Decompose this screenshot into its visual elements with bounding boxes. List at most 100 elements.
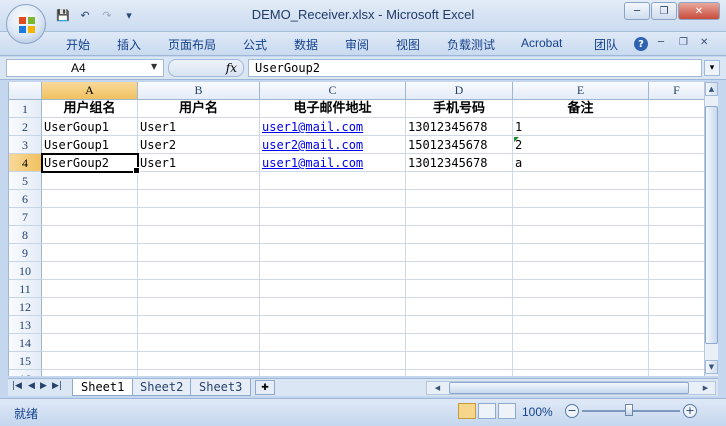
cell-f5[interactable]: [649, 172, 704, 190]
cell-b16[interactable]: [138, 370, 260, 376]
prev-sheet-icon[interactable]: ◀: [28, 381, 35, 391]
cell-e10[interactable]: [513, 262, 649, 280]
vertical-scroll-thumb[interactable]: [705, 106, 718, 344]
cell-e8[interactable]: [513, 226, 649, 244]
cell-d9[interactable]: [406, 244, 513, 262]
name-box-dropdown-icon[interactable]: ▼: [151, 62, 157, 71]
cell-b6[interactable]: [138, 190, 260, 208]
row-header-15[interactable]: 15: [9, 352, 42, 370]
cell-c6[interactable]: [260, 190, 406, 208]
cell-d12[interactable]: [406, 298, 513, 316]
cell-d13[interactable]: [406, 316, 513, 334]
cell-c15[interactable]: [260, 352, 406, 370]
tab-load-test[interactable]: 负载测试: [447, 36, 495, 53]
cell-e16[interactable]: [513, 370, 649, 376]
cell-a14[interactable]: [42, 334, 138, 352]
cell-c13[interactable]: [260, 316, 406, 334]
row-header-14[interactable]: 14: [9, 334, 42, 352]
cell-d7[interactable]: [406, 208, 513, 226]
cell-e11[interactable]: [513, 280, 649, 298]
cell-f7[interactable]: [649, 208, 704, 226]
cell-c16[interactable]: [260, 370, 406, 376]
tab-acrobat[interactable]: Acrobat: [521, 36, 562, 50]
cell-c9[interactable]: [260, 244, 406, 262]
row-header-9[interactable]: 9: [9, 244, 42, 262]
column-header-c[interactable]: C: [260, 82, 406, 100]
cell-f4[interactable]: [649, 154, 704, 172]
cell-a9[interactable]: [42, 244, 138, 262]
sheet-tab-2[interactable]: Sheet2: [131, 379, 193, 396]
cell-a8[interactable]: [42, 226, 138, 244]
scroll-right-icon[interactable]: ▶: [699, 382, 712, 394]
cell-c10[interactable]: [260, 262, 406, 280]
tab-data[interactable]: 数据: [294, 36, 318, 53]
tab-home[interactable]: 开始: [66, 36, 90, 53]
row-header-11[interactable]: 11: [9, 280, 42, 298]
ribbon-restore-icon[interactable]: ❐: [679, 37, 688, 48]
cell-d5[interactable]: [406, 172, 513, 190]
scroll-left-icon[interactable]: ◀: [431, 382, 444, 394]
cell-d4[interactable]: 13012345678: [406, 154, 513, 172]
cell-b4[interactable]: User1: [138, 154, 260, 172]
row-header-3[interactable]: 3: [9, 136, 42, 154]
cell-a6[interactable]: [42, 190, 138, 208]
cell-b1[interactable]: 用户名: [138, 100, 260, 118]
cell-e12[interactable]: [513, 298, 649, 316]
scroll-up-icon[interactable]: ▲: [705, 82, 718, 96]
ribbon-minimize-icon[interactable]: ─: [658, 37, 664, 48]
page-break-view-icon[interactable]: [498, 403, 516, 419]
cell-a12[interactable]: [42, 298, 138, 316]
horizontal-scrollbar[interactable]: ◀ ▶: [426, 381, 716, 395]
cell-d11[interactable]: [406, 280, 513, 298]
cell-d10[interactable]: [406, 262, 513, 280]
cell-a2[interactable]: UserGoup1: [42, 118, 138, 136]
normal-view-icon[interactable]: [458, 403, 476, 419]
cell-f6[interactable]: [649, 190, 704, 208]
tab-page-layout[interactable]: 页面布局: [168, 36, 216, 53]
sheet-tab-1[interactable]: Sheet1: [72, 379, 134, 396]
name-box[interactable]: A4: [6, 59, 164, 77]
cell-e15[interactable]: [513, 352, 649, 370]
row-header-12[interactable]: 12: [9, 298, 42, 316]
zoom-in-icon[interactable]: +: [683, 404, 697, 418]
cell-a7[interactable]: [42, 208, 138, 226]
cell-f8[interactable]: [649, 226, 704, 244]
cell-c8[interactable]: [260, 226, 406, 244]
cell-b12[interactable]: [138, 298, 260, 316]
cell-b10[interactable]: [138, 262, 260, 280]
column-header-e[interactable]: E: [513, 82, 649, 100]
cell-a3[interactable]: UserGoup1: [42, 136, 138, 154]
insert-sheet-icon[interactable]: ✚: [255, 380, 275, 395]
row-header-10[interactable]: 10: [9, 262, 42, 280]
cell-f9[interactable]: [649, 244, 704, 262]
cell-b8[interactable]: [138, 226, 260, 244]
cell-b14[interactable]: [138, 334, 260, 352]
row-header-8[interactable]: 8: [9, 226, 42, 244]
cell-c14[interactable]: [260, 334, 406, 352]
tab-team[interactable]: 团队: [594, 36, 618, 53]
row-header-7[interactable]: 7: [9, 208, 42, 226]
cell-d14[interactable]: [406, 334, 513, 352]
next-sheet-icon[interactable]: ▶: [40, 381, 47, 391]
cell-c11[interactable]: [260, 280, 406, 298]
cell-d15[interactable]: [406, 352, 513, 370]
cell-a10[interactable]: [42, 262, 138, 280]
cell-b15[interactable]: [138, 352, 260, 370]
horizontal-scroll-thumb[interactable]: [449, 382, 689, 394]
cell-f15[interactable]: [649, 352, 704, 370]
cell-d16[interactable]: [406, 370, 513, 376]
cell-f3[interactable]: [649, 136, 704, 154]
cell-a11[interactable]: [42, 280, 138, 298]
cell-d6[interactable]: [406, 190, 513, 208]
office-button[interactable]: [6, 4, 46, 44]
cell-c12[interactable]: [260, 298, 406, 316]
cell-e14[interactable]: [513, 334, 649, 352]
cell-e1[interactable]: 备注: [513, 100, 649, 118]
cell-b13[interactable]: [138, 316, 260, 334]
cell-f11[interactable]: [649, 280, 704, 298]
cell-f2[interactable]: [649, 118, 704, 136]
cell-c7[interactable]: [260, 208, 406, 226]
vertical-scrollbar[interactable]: ▲ ▼: [704, 82, 718, 376]
restore-button[interactable]: ❐: [651, 2, 677, 20]
row-header-6[interactable]: 6: [9, 190, 42, 208]
